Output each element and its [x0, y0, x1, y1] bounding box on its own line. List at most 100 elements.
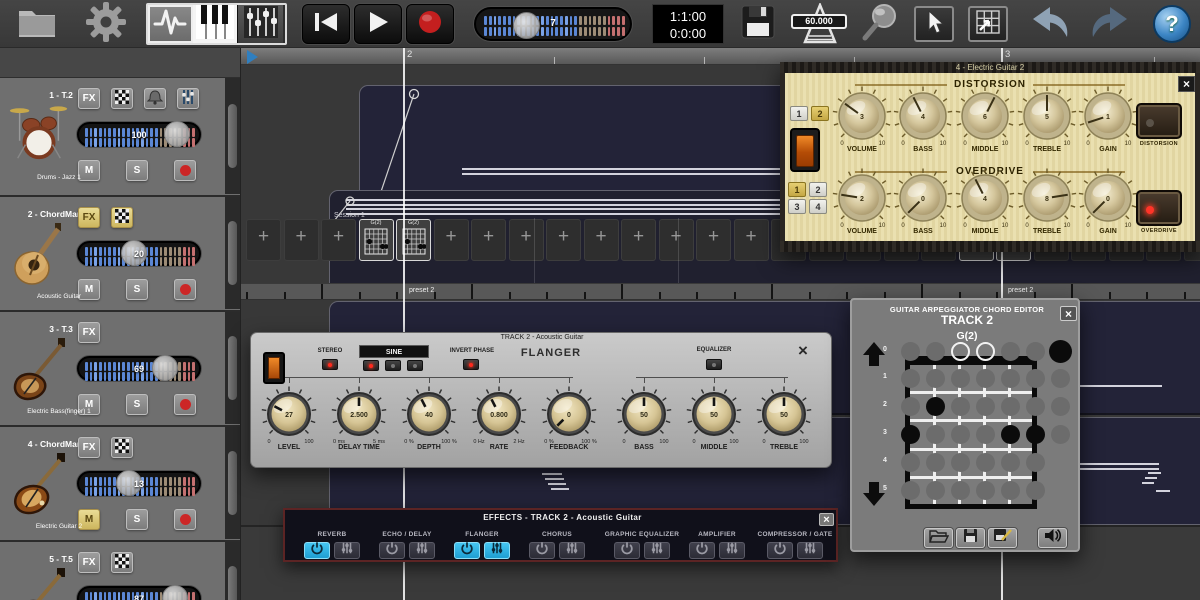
play-chord-button[interactable]: [1038, 528, 1067, 548]
wave-triangle-button[interactable]: [385, 360, 401, 371]
fx-button[interactable]: FX: [78, 437, 100, 458]
fx-button[interactable]: FX: [78, 88, 100, 109]
redo-button[interactable]: [1084, 4, 1134, 44]
track-volume-slider[interactable]: 100: [77, 122, 201, 147]
effect-power-amplifier[interactable]: [689, 542, 715, 559]
add-chord-cell[interactable]: +: [471, 219, 506, 261]
knob-middle[interactable]: 4010MIDDLE: [951, 168, 1019, 240]
chord-cell[interactable]: G(2): [359, 219, 394, 261]
chord-dot-black[interactable]: [1001, 425, 1020, 444]
chord-dot-faint[interactable]: [926, 342, 945, 361]
knob-delay-time[interactable]: 2.5000 ms5 msDELAY TIME: [325, 384, 393, 456]
channel-button-1[interactable]: 1: [790, 106, 808, 121]
knob-treble[interactable]: 5010TREBLE: [1013, 86, 1081, 158]
chord-dot-faint[interactable]: [976, 369, 995, 388]
effect-editor-echo-delay[interactable]: [409, 542, 435, 559]
chord-dot-faint[interactable]: [951, 369, 970, 388]
track-handle[interactable]: [228, 104, 237, 168]
knob-volume[interactable]: 2010VOLUME: [828, 168, 896, 240]
chord-dot-faint[interactable]: [1026, 397, 1045, 416]
chord-dot-faint[interactable]: [1001, 369, 1020, 388]
open-project-button[interactable]: [12, 4, 62, 44]
play-button[interactable]: [354, 4, 402, 44]
chord-dot-faint[interactable]: [901, 481, 920, 500]
close-icon[interactable]: ×: [1060, 306, 1077, 321]
record-arm-button[interactable]: [174, 279, 196, 300]
chord-cell[interactable]: G(2): [396, 219, 431, 261]
checker-pattern-button[interactable]: [111, 437, 133, 458]
track-row-3[interactable]: 3 - T.3FX69MSElectric Bass(finger) 1: [0, 312, 240, 424]
metronome-button[interactable]: 60.000: [794, 4, 846, 44]
chord-dot-faint[interactable]: [951, 397, 970, 416]
chord-dot-faint[interactable]: [1001, 397, 1020, 416]
chord-dot-faint[interactable]: [951, 425, 970, 444]
chord-dot-faint[interactable]: [1051, 425, 1070, 444]
channel-button-4[interactable]: 4: [809, 199, 827, 214]
chord-dot-open[interactable]: [951, 342, 970, 361]
master-level-slider[interactable]: 7: [474, 7, 632, 41]
skip-to-start-button[interactable]: [302, 4, 350, 44]
record-button[interactable]: [406, 4, 454, 44]
effect-editor-compressor-gate[interactable]: [797, 542, 823, 559]
overdrive-stomp-button[interactable]: [1136, 190, 1182, 226]
channel-button-3[interactable]: 3: [788, 199, 806, 214]
chord-dot-faint[interactable]: [1026, 342, 1045, 361]
chord-dot-faint[interactable]: [901, 369, 920, 388]
chord-dot-faint[interactable]: [1001, 453, 1020, 472]
knob-volume[interactable]: 3010VOLUME: [828, 86, 896, 158]
chord-dot-faint[interactable]: [926, 481, 945, 500]
chord-dot-faint[interactable]: [1026, 453, 1045, 472]
add-chord-cell[interactable]: +: [584, 219, 619, 261]
solo-button[interactable]: S: [126, 509, 148, 530]
solo-button[interactable]: S: [126, 160, 148, 181]
channel-button-2[interactable]: 2: [811, 106, 829, 121]
checker-pattern-button[interactable]: [111, 88, 133, 109]
record-arm-button[interactable]: [174, 160, 196, 181]
chord-dot-black[interactable]: [901, 425, 920, 444]
tab-mixer-view[interactable]: [238, 5, 283, 43]
track-scroll-strip[interactable]: [225, 542, 240, 600]
checker-pattern-button[interactable]: [111, 552, 133, 573]
effect-editor-chorus[interactable]: [559, 542, 585, 559]
knob-gain[interactable]: 1010GAIN: [1074, 86, 1142, 158]
add-chord-cell[interactable]: +: [284, 219, 319, 261]
effect-power-compressor-gate[interactable]: [767, 542, 793, 559]
effect-power-chorus[interactable]: [529, 542, 555, 559]
knob-depth[interactable]: 400 %100 %DEPTH: [395, 384, 463, 456]
effect-power-flanger[interactable]: [454, 542, 480, 559]
add-chord-cell[interactable]: +: [659, 219, 694, 261]
track-handle[interactable]: [228, 451, 237, 515]
fx-button[interactable]: FX: [78, 322, 100, 343]
flanger-power-switch[interactable]: [263, 352, 285, 384]
chord-dot-black[interactable]: [926, 397, 945, 416]
add-chord-cell[interactable]: +: [621, 219, 656, 261]
knob-middle[interactable]: 500100MIDDLE: [680, 384, 748, 456]
channel-button-2[interactable]: 2: [809, 182, 827, 197]
knob-bass[interactable]: 500100BASS: [610, 384, 678, 456]
chord-dot-faint[interactable]: [926, 425, 945, 444]
effect-power-reverb[interactable]: [304, 542, 330, 559]
chord-dot-faint[interactable]: [1026, 481, 1045, 500]
fx-button[interactable]: FX: [78, 552, 100, 573]
track-scroll-strip[interactable]: [225, 312, 240, 424]
chord-dot-faint[interactable]: [926, 369, 945, 388]
track-volume-slider[interactable]: 87: [77, 586, 201, 600]
fx-button[interactable]: FX: [78, 207, 100, 228]
track-row-5[interactable]: 5 - T.5FX87MS: [0, 542, 240, 600]
solo-button[interactable]: S: [126, 279, 148, 300]
chord-dot-faint[interactable]: [1051, 397, 1070, 416]
add-chord-cell[interactable]: +: [434, 219, 469, 261]
snap-grid-button[interactable]: [968, 6, 1008, 42]
chord-dot-faint[interactable]: [951, 481, 970, 500]
save-chord-button[interactable]: [956, 528, 985, 548]
amp-power-switch[interactable]: [790, 128, 820, 172]
wave-square-button[interactable]: [407, 360, 423, 371]
edit-chord-button[interactable]: [988, 528, 1017, 548]
kit-select-button[interactable]: [144, 88, 166, 109]
effect-editor-reverb[interactable]: [334, 542, 360, 559]
record-arm-button[interactable]: [174, 394, 196, 415]
track-scroll-strip[interactable]: [225, 78, 240, 194]
knob-bass[interactable]: 4010BASS: [889, 86, 957, 158]
chord-dot-faint[interactable]: [901, 397, 920, 416]
chord-dot-faint[interactable]: [901, 453, 920, 472]
